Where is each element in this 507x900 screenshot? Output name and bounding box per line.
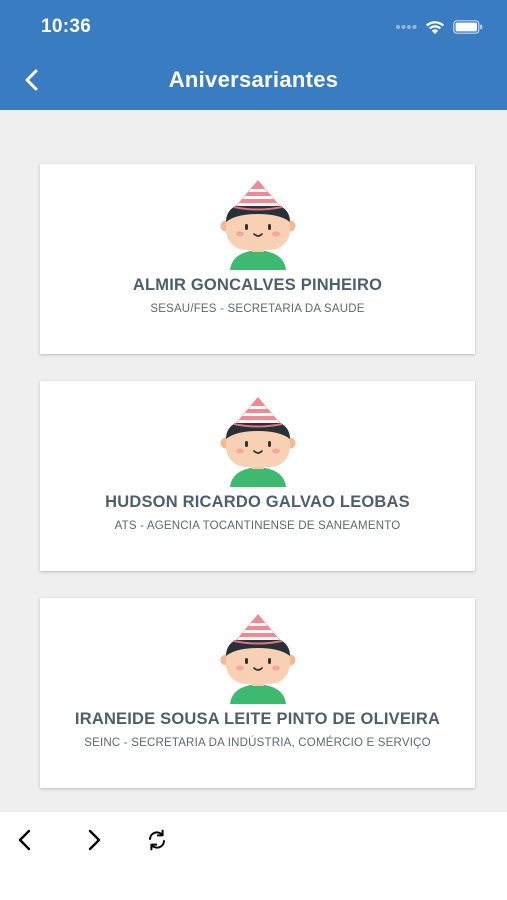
birthday-card[interactable]: IRANEIDE SOUSA LEITE PINTO DE OLIVEIRA S… [40,598,475,788]
app-header: 10:36 Aniversariantes [0,0,507,110]
status-bar: 10:36 [0,0,507,52]
party-avatar-icon [214,397,302,487]
party-avatar-icon [214,180,302,270]
person-name: ALMIR GONCALVES PINHEIRO [132,276,383,294]
browser-back-button[interactable] [5,822,45,858]
birthday-card[interactable]: HUDSON RICARDO GALVAO LEOBAS ATS - AGENC… [40,381,475,571]
person-name: IRANEIDE SOUSA LEITE PINTO DE OLIVEIRA [74,710,441,728]
status-icons [395,17,483,37]
status-time: 10:36 [41,16,92,37]
person-department: SEINC - SECRETARIA DA INDÚSTRIA, COMÉRCI… [84,737,431,749]
person-name: HUDSON RICARDO GALVAO LEOBAS [105,493,410,511]
refresh-icon [149,829,165,851]
battery-icon [453,20,483,34]
back-arrow-icon [18,829,31,851]
forward-arrow-icon [88,829,101,851]
birthday-card[interactable]: ALMIR GONCALVES PINHEIRO SESAU/FES - SEC… [40,164,475,354]
page-title: Aniversariantes [168,67,339,92]
birthday-list: ALMIR GONCALVES PINHEIRO SESAU/FES - SEC… [0,110,507,812]
person-department: SESAU/FES - SECRETARIA DA SAUDE [150,303,365,315]
party-avatar-icon [214,614,302,704]
wifi-icon [426,20,444,34]
person-department: ATS - AGENCIA TOCANTINENSE DE SANEAMENTO [114,520,401,532]
browser-refresh-button[interactable] [137,822,177,858]
signal-dots-icon [396,25,417,29]
nav-bar: Aniversariantes [0,52,507,110]
browser-forward-button[interactable] [74,822,114,858]
browser-toolbar [0,812,507,900]
